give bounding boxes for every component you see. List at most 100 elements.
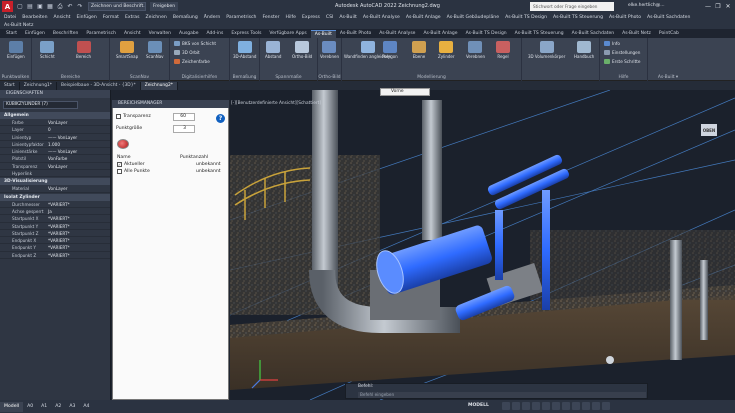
property-value[interactable]: VonLayer <box>46 119 110 125</box>
annotation-scale-icon[interactable] <box>562 402 570 410</box>
region-row-alle-punkte[interactable]: Alle Punkte <box>117 169 150 174</box>
section-general[interactable]: Allgemein <box>0 112 110 119</box>
minimize-button[interactable]: — <box>703 1 713 11</box>
property-value[interactable]: *VARIERT* <box>46 215 110 221</box>
document-tab-start[interactable]: Start <box>0 81 20 90</box>
ribbon-tab-express-tools[interactable]: Express Tools <box>227 30 265 38</box>
polar-toggle-icon[interactable] <box>532 402 540 410</box>
ribbon-tab-pointcab[interactable]: PointCab <box>655 30 683 38</box>
save-icon[interactable]: ▣ <box>36 3 44 11</box>
menu-item-as-built-photo[interactable]: As-Built Photo <box>609 15 641 20</box>
draw-color-button[interactable]: Zeichenfarbe <box>174 59 210 64</box>
document-tab-zeichnung1[interactable]: Zeichnung1* <box>20 81 57 90</box>
redo-icon[interactable]: ↷ <box>76 3 84 11</box>
3d-distance-button[interactable]: 3D-Abstand <box>233 41 256 59</box>
region-visibility-checkbox[interactable] <box>117 169 122 174</box>
property-row-startpunkt-x[interactable]: Startpunkt X *VARIERT* <box>0 215 110 223</box>
customize-icon[interactable] <box>602 402 610 410</box>
layout-tab-a1[interactable]: A1 <box>37 402 51 412</box>
ribbon-tab-as-built-photo[interactable]: As-Built Photo <box>336 30 375 38</box>
property-value[interactable]: —— VonLayer <box>46 148 110 154</box>
region-row-aktueller[interactable]: ✓ Aktueller <box>117 162 145 167</box>
menu-item-express[interactable]: Express <box>302 15 320 20</box>
property-value[interactable]: Ja <box>46 208 110 214</box>
workspace-switch-icon[interactable] <box>572 402 580 410</box>
ribbon-tab-ansicht[interactable]: Ansicht <box>120 30 145 38</box>
new-file-icon[interactable]: ▢ <box>16 3 24 11</box>
viewport-controls-label[interactable]: [-][Benutzerdefinierte Ansicht][Schattie… <box>231 101 321 106</box>
manual-button[interactable]: Handbuch <box>574 41 594 59</box>
3d-orbit-button[interactable]: 3D Orbit <box>174 50 200 55</box>
menu-item-as-built-gebäudepläne[interactable]: As-Built Gebäudepläne <box>447 15 499 20</box>
property-value[interactable]: 1.000 <box>46 141 110 147</box>
viewcube[interactable]: OBEN <box>697 122 721 142</box>
property-row-endpunkt-x[interactable]: Endpunkt X *VARIERT* <box>0 237 110 245</box>
menu-item-csi[interactable]: CSI <box>326 15 333 20</box>
menu-item-as-built-anlage[interactable]: As-Built Anlage <box>406 15 441 20</box>
ribbon-tab-start[interactable]: Start <box>2 30 21 38</box>
lineweight-toggle-icon[interactable] <box>552 402 560 410</box>
property-value[interactable]: *VARIERT* <box>46 252 110 258</box>
menu-item-datei[interactable]: Datei <box>4 15 16 20</box>
search-input[interactable]: Stichwort oder Frage eingeben <box>530 2 614 11</box>
property-row-startpunkt-y[interactable]: Startpunkt Y *VARIERT* <box>0 223 110 230</box>
user-account[interactable]: elke.hertlich@... <box>628 3 665 8</box>
layout-tab-modell[interactable]: Modell <box>0 401 24 412</box>
menu-item-hilfe[interactable]: Hilfe <box>286 15 296 20</box>
ribbon-tab-beschriften[interactable]: Beschriften <box>49 30 83 38</box>
snap-toggle-icon[interactable] <box>512 402 520 410</box>
share-button[interactable]: Freigeben <box>150 2 179 11</box>
property-value[interactable]: 0 <box>46 126 110 132</box>
menu-item-as-built-ts-steuerung[interactable]: As-Built TS Steuerung <box>553 15 603 20</box>
command-input[interactable]: Befehl eingeben <box>358 392 646 398</box>
menu-item-ansicht[interactable]: Ansicht <box>54 15 71 20</box>
property-value[interactable]: *VARIERT* <box>46 230 110 236</box>
menu-item-as-built-netz[interactable]: As-Built Netz <box>0 22 735 29</box>
menu-item-fenster[interactable]: Fenster <box>262 15 279 20</box>
property-row-linientypfaktor[interactable]: Linientypfaktor 1.000 <box>0 141 110 149</box>
info-button[interactable]: Info <box>604 41 620 46</box>
drawing-viewport[interactable] <box>230 90 735 400</box>
property-row-hyperlink[interactable]: Hyperlink <box>0 170 110 178</box>
ribbon-tab-ausgabe[interactable]: Ausgabe <box>175 30 203 38</box>
verebnen-button[interactable]: Verebnen <box>320 41 339 59</box>
cylinder-button[interactable]: Zylinder <box>438 41 455 59</box>
layout-tab-a3[interactable]: A3 <box>65 402 79 412</box>
menu-item-bemaßung[interactable]: Bemaßung <box>173 15 198 20</box>
ucs-from-layer-button[interactable]: BKS von Schicht <box>174 41 216 46</box>
insert-pointcloud-button[interactable]: Einfügen <box>7 41 25 59</box>
menu-item-zeichnen[interactable]: Zeichnen <box>146 15 167 20</box>
property-row-durchmesser[interactable]: Durchmesser *VARIERT* <box>0 201 110 208</box>
point-size-stepper[interactable]: 3 <box>173 125 195 133</box>
ribbon-tab-verfügbare-apps[interactable]: Verfügbare Apps <box>265 30 310 38</box>
layout-tab-a2[interactable]: A2 <box>51 402 65 412</box>
plot-icon[interactable]: ⎙ <box>56 3 64 11</box>
ribbon-tab-add-ins[interactable]: Add-ins <box>203 30 228 38</box>
layout-tab-a0[interactable]: A0 <box>23 402 37 412</box>
ribbon-tab-as-built-ts-design[interactable]: As-Built TS Design <box>462 30 511 38</box>
property-row-endpunkt-y[interactable]: Endpunkt Y *VARIERT* <box>0 244 110 252</box>
workspace-select[interactable]: Zeichnen und Beschrift... <box>88 2 146 11</box>
verebnen-2-button[interactable]: Verebnen <box>466 41 485 59</box>
3d-solid-button[interactable]: 3D Volumenkörper <box>528 41 565 59</box>
plane-button[interactable]: Ebene <box>412 41 426 59</box>
model-space-indicator[interactable]: MODELL <box>468 403 489 408</box>
region-visibility-checkbox[interactable]: ✓ <box>117 162 122 167</box>
menu-item-parametrisch[interactable]: Parametrisch <box>226 15 256 20</box>
viewcube-face[interactable]: OBEN <box>701 124 717 136</box>
rule-button[interactable]: Regel <box>496 41 510 59</box>
maximize-button[interactable]: ❐ <box>713 1 723 11</box>
ribbon-tab-einfügen[interactable]: Einfügen <box>21 30 49 38</box>
ribbon-tab-as-built-analyse[interactable]: As-Built Analyse <box>375 30 419 38</box>
grid-toggle-icon[interactable] <box>502 402 510 410</box>
ribbon-tab-as-built-sachdaten[interactable]: As-Built Sachdaten <box>568 30 618 38</box>
ribbon-tab-verwalten[interactable]: Verwalten <box>145 30 175 38</box>
ribbon-tab-as-built[interactable]: As-Built <box>310 30 336 38</box>
property-value[interactable]: VonLayer <box>46 163 110 169</box>
property-value[interactable]: VonFarbe <box>46 155 110 161</box>
open-file-icon[interactable]: ▤ <box>26 3 34 11</box>
document-tab-beispielbaue-3d-ansicht-3d[interactable]: Beispielbaue - 3D-Ansicht - {3D}* <box>57 81 141 90</box>
property-row-farbe[interactable]: Farbe VonLayer <box>0 119 110 127</box>
transparency-stepper[interactable]: 60 <box>173 113 195 121</box>
transparency-checkbox[interactable] <box>116 114 121 119</box>
